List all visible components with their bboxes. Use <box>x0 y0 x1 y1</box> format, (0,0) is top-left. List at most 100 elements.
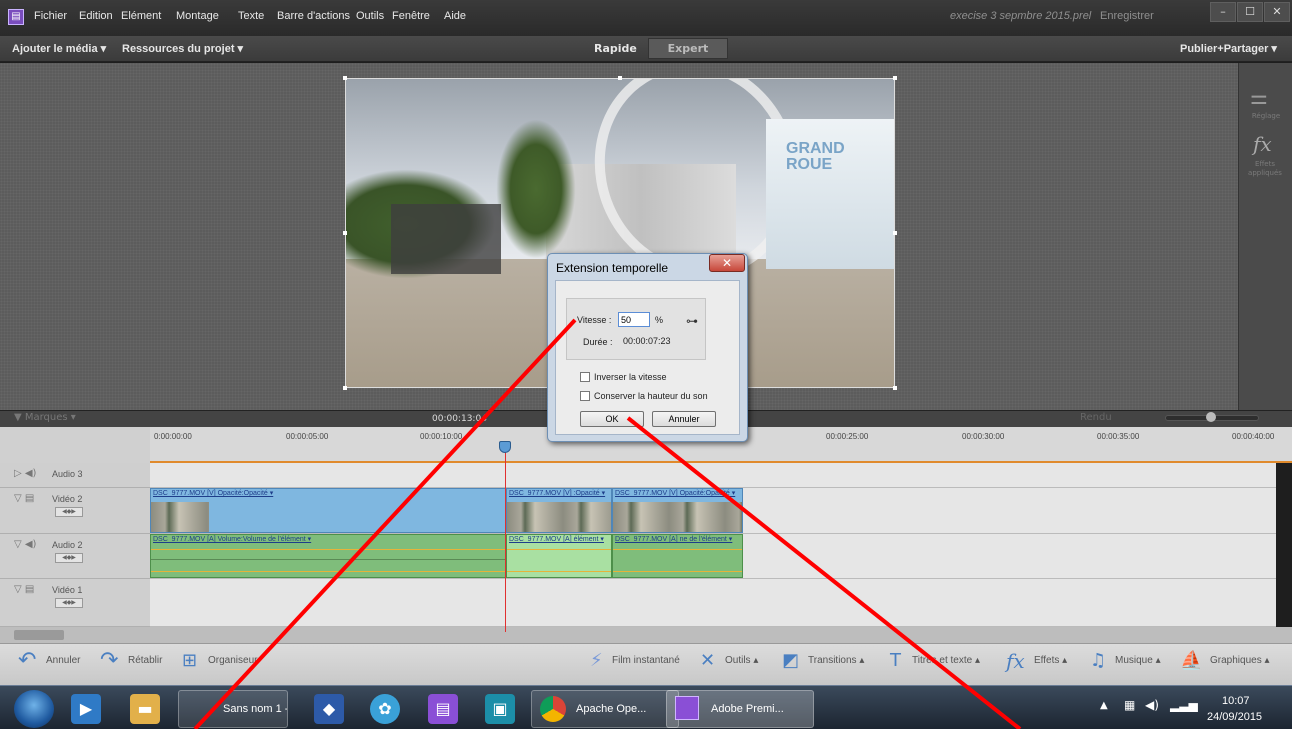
zoom-slider-knob[interactable] <box>1206 412 1216 422</box>
keyframe-nav[interactable]: ◀◆▶ <box>55 598 83 608</box>
render-button[interactable]: Rendu <box>1080 412 1112 423</box>
taskbar-item-sansnom[interactable]: Sans nom 1 -... <box>178 690 288 728</box>
clip-label: DSC_9777.MOV [A] ne de l'élément ▾ <box>615 536 733 543</box>
frame-handle[interactable] <box>893 386 897 390</box>
ride-sign: GRAND ROUE <box>786 140 845 173</box>
clock-time[interactable]: 10:07 <box>1222 695 1250 707</box>
track-audio3[interactable] <box>150 463 1276 488</box>
add-media-button[interactable]: Ajouter le média ▾ <box>12 42 106 55</box>
menu-montage[interactable]: Montage <box>176 10 219 22</box>
keep-pitch-checkbox[interactable] <box>580 391 590 401</box>
minimize-button[interactable]: – <box>1210 2 1236 22</box>
premiere-elements-icon[interactable]: ▤ <box>428 694 458 724</box>
dialog-close-button[interactable]: ✕ <box>709 254 745 272</box>
video-clip[interactable]: DSC_9777.MOV [V] Opacité:Opacité ▾ <box>612 488 743 533</box>
video-clip[interactable]: DSC_9777.MOV [V] Opacité:Opacité ▾ <box>150 488 506 533</box>
frame-handle[interactable] <box>618 76 622 80</box>
video-clip[interactable]: DSC_9777.MOV [V] :Opacité ▾ <box>506 488 612 533</box>
frame-handle[interactable] <box>893 231 897 235</box>
menu-aide[interactable]: Aide <box>444 10 466 22</box>
speed-input[interactable] <box>618 312 650 327</box>
instant-movie-button[interactable]: Film instantané <box>612 655 680 666</box>
titles-button[interactable]: Titres et texte ▴ <box>912 655 980 666</box>
speaker-icon: ▽ ◀) <box>14 539 37 550</box>
clip-thumbnails <box>151 502 209 532</box>
scrollbar-thumb[interactable] <box>14 630 64 640</box>
frame-handle[interactable] <box>343 231 347 235</box>
network-icon[interactable]: ▦ <box>1124 698 1135 712</box>
menu-outils[interactable]: Outils <box>356 10 384 22</box>
tray-arrow-icon[interactable]: ▲ <box>1100 700 1108 711</box>
close-button[interactable]: ✕ <box>1264 2 1290 22</box>
keyframe-nav[interactable]: ◀◆▶ <box>55 507 83 517</box>
transitions-button[interactable]: Transitions ▴ <box>808 655 864 666</box>
ruler-tick: 00:00:05:00 <box>286 432 329 441</box>
track-video1[interactable] <box>150 579 1276 627</box>
adjust-icon[interactable]: ⚌ <box>1250 85 1268 109</box>
folder-icon[interactable]: ▬ <box>130 694 160 724</box>
audio-clip[interactable]: DSC_9777.MOV [A] élément ▾ <box>506 534 612 578</box>
titles-icon[interactable]: T <box>890 650 901 671</box>
menu-action-bar[interactable]: Barre d'actions <box>277 10 350 22</box>
track-label: Vidéo 1 <box>52 585 83 595</box>
menu-element[interactable]: Elément <box>121 10 161 22</box>
timeline-scrollbar[interactable] <box>0 627 1292 643</box>
track-label: Vidéo 2 <box>52 494 83 504</box>
image-app-icon[interactable]: ▣ <box>485 694 515 724</box>
picasa-icon[interactable]: ✿ <box>370 694 400 724</box>
redo-button[interactable]: Rétablir <box>128 655 162 666</box>
media-player-icon[interactable]: ▶ <box>71 694 101 724</box>
waveform-line <box>151 559 505 560</box>
lightning-icon[interactable]: ⚡ <box>590 650 603 671</box>
organizer-icon[interactable]: ⊞ <box>182 650 197 671</box>
maximize-button[interactable]: ☐ <box>1237 2 1263 22</box>
playhead-handle[interactable] <box>499 441 511 453</box>
audio-clip[interactable]: DSC_9777.MOV [A] ne de l'élément ▾ <box>612 534 743 578</box>
frame-handle[interactable] <box>343 386 347 390</box>
tools-icon[interactable]: ✕ <box>700 650 715 671</box>
tools-button[interactable]: Outils ▴ <box>725 655 758 666</box>
mode-quick-tab[interactable]: Rapide <box>594 42 637 55</box>
frame-handle[interactable] <box>343 76 347 80</box>
clock-date[interactable]: 24/09/2015 <box>1207 711 1262 723</box>
reverse-speed-label: Inverser la vitesse <box>594 372 667 382</box>
menu-edition[interactable]: Edition <box>79 10 113 22</box>
project-assets-button[interactable]: Ressources du projet ▾ <box>122 42 243 55</box>
menu-fichier[interactable]: Fichier <box>34 10 67 22</box>
fx-icon[interactable]: fx <box>1253 132 1272 156</box>
keyframe-nav[interactable]: ◀◆▶ <box>55 553 83 563</box>
transitions-icon[interactable]: ◩ <box>782 650 799 671</box>
organizer-button[interactable]: Organiseur <box>208 655 257 666</box>
publish-share-button[interactable]: Publier+Partager ▾ <box>1180 42 1277 55</box>
effects-icon[interactable]: fx <box>1006 649 1025 673</box>
speaker-icon: ▷ ◀) <box>14 468 37 479</box>
undo-button[interactable]: Annuler <box>46 655 80 666</box>
effects-button[interactable]: Effets ▴ <box>1034 655 1067 666</box>
save-button[interactable]: Enregistrer <box>1100 10 1154 22</box>
playhead-line[interactable] <box>505 442 506 632</box>
markers-menu[interactable]: ▼ Marques ▾ <box>14 412 76 423</box>
duration-value[interactable]: 00:00:07:23 <box>623 336 671 346</box>
mode-expert-tab[interactable]: Expert <box>648 38 728 59</box>
volume-icon[interactable]: ◀) <box>1145 698 1159 712</box>
scene-shelter <box>391 204 501 274</box>
frame-handle[interactable] <box>893 76 897 80</box>
redo-icon[interactable]: ↷ <box>100 648 118 673</box>
start-button[interactable] <box>14 690 54 728</box>
book-icon[interactable]: ◆ <box>314 694 344 724</box>
music-button[interactable]: Musique ▴ <box>1115 655 1161 666</box>
graphics-button[interactable]: Graphiques ▴ <box>1210 655 1270 666</box>
undo-icon[interactable]: ↶ <box>18 648 36 673</box>
music-icon[interactable]: ♫ <box>1090 650 1106 671</box>
signal-icon[interactable]: ▂▃▅ <box>1170 698 1198 712</box>
ok-button[interactable]: OK <box>580 411 644 427</box>
reverse-speed-checkbox[interactable] <box>580 372 590 382</box>
cancel-button[interactable]: Annuler <box>652 411 716 427</box>
link-icon[interactable]: ⊶ <box>686 314 698 328</box>
app-icon[interactable]: ▤ <box>8 9 24 25</box>
graphics-icon[interactable]: ⛵ <box>1180 650 1202 671</box>
audio-clip[interactable]: DSC_9777.MOV [A] Volume:Volume de l'élém… <box>150 534 506 578</box>
ruler-tick: 00:00:40:00 <box>1232 432 1275 441</box>
menu-fenetre[interactable]: Fenêtre <box>392 10 430 22</box>
menu-texte[interactable]: Texte <box>238 10 264 22</box>
